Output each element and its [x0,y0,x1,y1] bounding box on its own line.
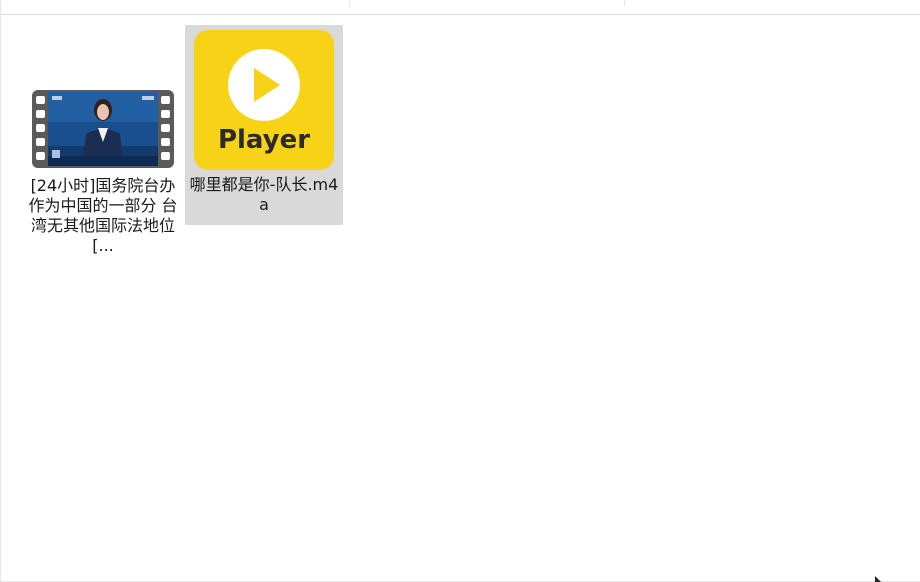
column-separator[interactable] [624,0,625,6]
file-item-video[interactable]: [24小时]国务院台办 作为中国的一部分 台湾无其他国际法地位[... [27,86,179,270]
player-icon-text: Player [217,125,311,155]
mouse-cursor-icon [875,576,881,582]
video-thumbnail-icon [32,90,174,168]
file-item-audio[interactable]: Player 哪里都是你-队长.m4a [185,25,343,225]
file-name-label: 哪里都是你-队长.m4a [189,175,339,214]
column-header-bar [1,0,920,15]
column-separator[interactable] [349,0,350,6]
file-name-label: [24小时]国务院台办 作为中国的一部分 台湾无其他国际法地位[... [28,176,178,255]
file-explorer-window: [24小时]国务院台办 作为中国的一部分 台湾无其他国际法地位[... Play… [0,0,920,582]
